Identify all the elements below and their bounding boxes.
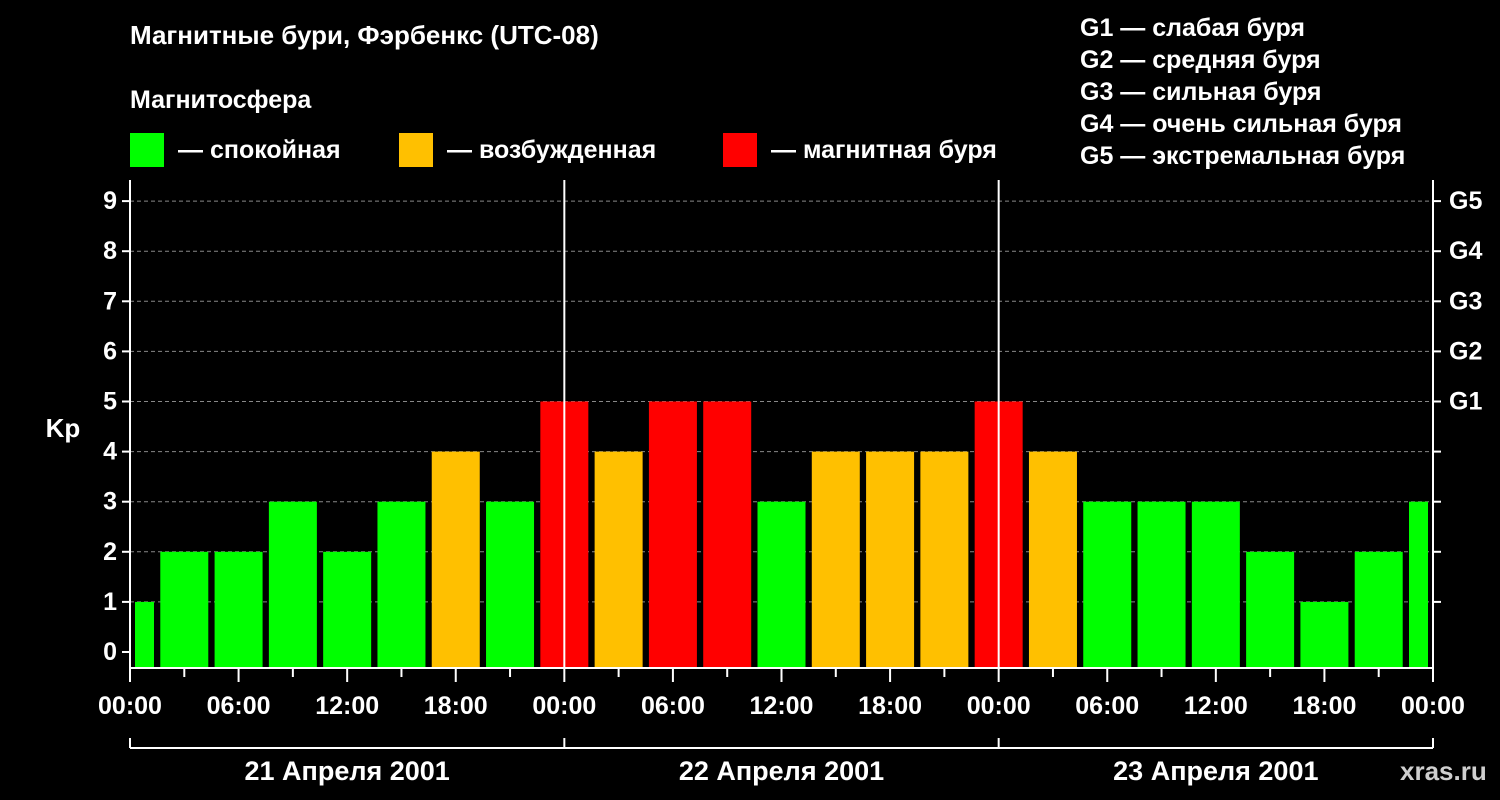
- g-level-label: G4: [1449, 237, 1482, 265]
- kp-bar: [214, 551, 263, 668]
- kp-bar: [268, 501, 317, 668]
- kp-bar: [1137, 501, 1186, 668]
- x-tick-label: 18:00: [1292, 692, 1356, 720]
- y-tick-label: 0: [103, 638, 117, 666]
- g-level-label: G1: [1449, 388, 1482, 416]
- kp-bar: [757, 501, 806, 668]
- x-tick-label: 00:00: [967, 692, 1031, 720]
- kp-bar: [1300, 601, 1349, 668]
- kp-bar: [811, 451, 860, 668]
- kp-bar: [648, 401, 697, 668]
- kp-bar: [920, 451, 969, 668]
- x-tick-label: 18:00: [424, 692, 488, 720]
- y-tick-label: 6: [103, 337, 117, 365]
- y-tick-label: 3: [103, 488, 117, 516]
- y-tick-label: 1: [103, 588, 117, 616]
- kp-chart: 0 1 2 3 4 5 6 7 8 9 G1 G2 G3 G4 G5 Kp 00:00 06:00 12:00 18:…: [46, 180, 1482, 786]
- x-tick-label: 12:00: [1184, 692, 1248, 720]
- kp-bar: [135, 601, 154, 668]
- kp-bar: [431, 451, 480, 668]
- kp-bar: [323, 551, 372, 668]
- kp-bar: [1354, 551, 1403, 668]
- x-tick-label: 12:00: [750, 692, 814, 720]
- kp-bar: [160, 551, 209, 668]
- kp-bar: [1191, 501, 1240, 668]
- y-tick-label: 2: [103, 538, 117, 566]
- g-level-label: G5: [1449, 187, 1482, 215]
- kp-bar: [486, 501, 535, 668]
- x-tick-label: 12:00: [315, 692, 379, 720]
- g-level-label: G2: [1449, 337, 1482, 365]
- y-axis-label: Kp: [46, 413, 81, 443]
- y-tick-label: 9: [103, 187, 117, 215]
- watermark: xras.ru: [1400, 756, 1487, 786]
- x-tick-label: 06:00: [1075, 692, 1139, 720]
- day-label: 21 Апреля 2001: [245, 756, 450, 786]
- x-tick-label: 18:00: [858, 692, 922, 720]
- y-tick-label: 7: [103, 287, 117, 315]
- kp-bar: [377, 501, 426, 668]
- x-tick-label: 06:00: [207, 692, 271, 720]
- g-level-label: G3: [1449, 287, 1482, 315]
- x-tick-label: 00:00: [532, 692, 596, 720]
- kp-bar: [1246, 551, 1295, 668]
- kp-bar: [594, 451, 643, 668]
- y-tick-label: 8: [103, 237, 117, 265]
- kp-bar: [1083, 501, 1132, 668]
- kp-bar: [1028, 451, 1077, 668]
- kp-bar: [866, 451, 915, 668]
- day-label: 23 Апреля 2001: [1113, 756, 1318, 786]
- y-tick-label: 5: [103, 388, 117, 416]
- x-tick-label: 00:00: [1401, 692, 1465, 720]
- x-tick-label: 06:00: [641, 692, 705, 720]
- kp-bar: [703, 401, 752, 668]
- y-tick-label: 4: [103, 438, 117, 466]
- x-tick-label: 00:00: [98, 692, 162, 720]
- day-label: 22 Апреля 2001: [679, 756, 884, 786]
- kp-bar: [1409, 501, 1428, 668]
